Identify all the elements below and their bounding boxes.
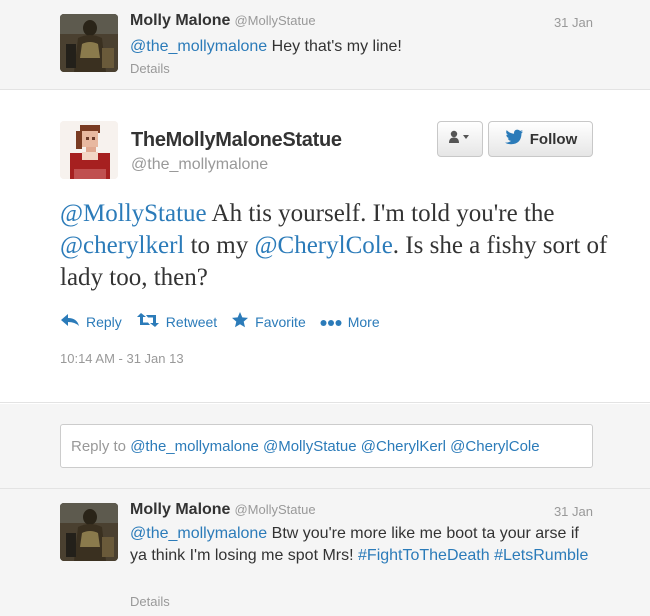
user-actions-button[interactable]	[437, 121, 483, 157]
favorite-label: Favorite	[255, 313, 306, 330]
more-button[interactable]: More	[320, 314, 380, 330]
favorite-button[interactable]: Favorite	[231, 311, 306, 332]
reply-icon	[60, 312, 86, 331]
mention-link[interactable]: @cherylkerl	[60, 232, 184, 259]
author-handle[interactable]: @MollyStatue	[234, 13, 315, 28]
mention-link[interactable]: @the_mollymalone	[130, 525, 267, 542]
pixel-avatar[interactable]	[60, 121, 118, 179]
favorite-icon	[231, 311, 255, 332]
hashtag-link[interactable]: #FightToTheDeath	[358, 547, 490, 564]
statue-avatar[interactable]	[60, 503, 118, 561]
tweet-item-top[interactable]: Molly Malone @MollyStatue 31 Jan @the_mol…	[0, 0, 650, 90]
mention-link[interactable]: @MollyStatue	[60, 200, 207, 227]
author-name[interactable]: Molly Malone	[130, 12, 230, 29]
profile-name[interactable]: TheMollyMaloneStatue	[131, 129, 342, 152]
tweet-body: Hey that's my line!	[267, 38, 402, 55]
person-icon	[448, 130, 472, 149]
profile-handle[interactable]: @the_mollymalone	[131, 156, 268, 174]
details-link[interactable]: Details	[130, 594, 170, 609]
tweet-body: to my	[184, 232, 255, 259]
follow-label: Follow	[529, 130, 578, 148]
mention-link[interactable]: @CherylCole	[255, 232, 393, 259]
more-icon	[320, 314, 348, 330]
retweet-button[interactable]: Retweet	[136, 312, 217, 331]
tweet-item-bottom[interactable]: Molly Malone @MollyStatue 31 Jan @the_mol…	[0, 488, 650, 616]
tweet-actions: Reply Retweet Favorite More	[60, 311, 394, 332]
main-tweet: TheMollyMaloneStatue @the_mollymalone Fo…	[0, 91, 650, 403]
tweet-text: @the_mollymalone Hey that's my line!	[130, 36, 600, 58]
tweet-author-name[interactable]: Molly Malone @MollyStatue	[130, 501, 316, 519]
retweet-label: Retweet	[165, 313, 218, 330]
statue-avatar[interactable]	[60, 14, 118, 72]
tweet-body: Ah tis yourself. I'm told you're the	[206, 200, 555, 227]
tweet-timestamp[interactable]: 10:14 AM - 31 Jan 13	[60, 351, 184, 366]
more-label: More	[347, 313, 380, 330]
reply-mentions: @the_mollymalone @MollyStatue @CherylKer…	[130, 438, 540, 455]
reply-button[interactable]: Reply	[60, 312, 122, 331]
hashtag-link[interactable]: #LetsRumble	[494, 547, 588, 564]
reply-area: Reply to @the_mollymalone @MollyStatue @…	[0, 404, 650, 488]
follow-button[interactable]: Follow	[488, 121, 593, 157]
details-link[interactable]: Details	[130, 61, 170, 76]
main-tweet-text: @MollyStatue Ah tis yourself. I'm told y…	[60, 198, 620, 294]
reply-input[interactable]: Reply to @the_mollymalone @MollyStatue @…	[60, 424, 593, 468]
tweet-author-name[interactable]: Molly Malone @MollyStatue	[130, 12, 316, 30]
tweet-text: @the_mollymalone Btw you're more like me…	[130, 523, 600, 567]
reply-label: Reply	[86, 313, 122, 330]
author-handle[interactable]: @MollyStatue	[234, 502, 315, 517]
mention-link[interactable]: @the_mollymalone	[130, 38, 267, 55]
tweet-date[interactable]: 31 Jan	[554, 504, 593, 519]
tweet-date[interactable]: 31 Jan	[554, 15, 593, 30]
bird-icon	[504, 129, 524, 149]
retweet-icon	[136, 312, 166, 331]
author-name[interactable]: Molly Malone	[130, 501, 230, 518]
reply-prefix: Reply to	[71, 438, 131, 455]
